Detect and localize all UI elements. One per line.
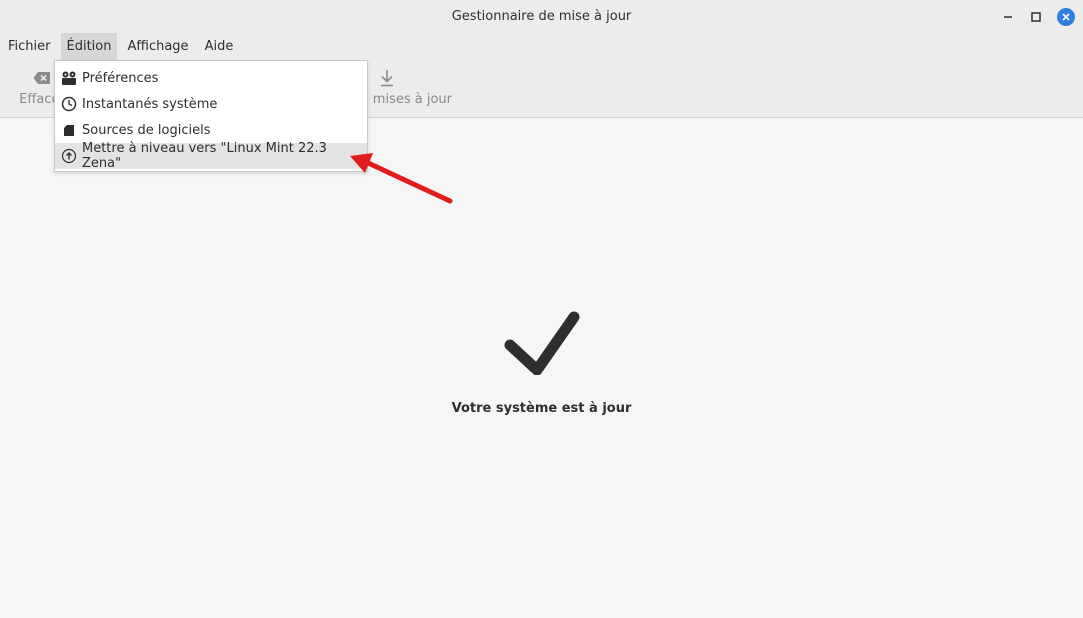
maximize-icon[interactable] [1025, 6, 1047, 28]
edit-menu-dropdown: Préférences Instantanés système Sources … [54, 60, 368, 172]
menu-item-software-sources[interactable]: Sources de logiciels [55, 117, 367, 143]
preferences-icon [61, 70, 77, 86]
window-title: Gestionnaire de mise à jour [451, 9, 632, 24]
menu-affichage[interactable]: Affichage [121, 33, 194, 60]
menu-edition[interactable]: Édition [60, 33, 118, 60]
clock-icon [61, 96, 77, 112]
menu-item-upgrade[interactable]: Mettre à niveau vers "Linux Mint 22.3 Ze… [55, 141, 367, 171]
minimize-icon[interactable] [997, 6, 1019, 28]
menu-item-label: Sources de logiciels [82, 122, 211, 138]
menu-item-snapshots[interactable]: Instantanés système [55, 91, 367, 117]
checkmark-icon [500, 311, 582, 376]
menu-aide[interactable]: Aide [199, 33, 240, 60]
menu-bar: Fichier Édition Affichage Aide [0, 33, 1083, 60]
main-content: Votre système est à jour [0, 118, 1083, 618]
menu-fichier[interactable]: Fichier [2, 33, 57, 60]
install-updates-label: es mises à jour [353, 92, 452, 107]
title-bar: Gestionnaire de mise à jour [0, 0, 1083, 33]
red-arrow-icon [346, 150, 458, 208]
upgrade-icon [61, 148, 77, 164]
menu-item-label: Instantanés système [82, 96, 218, 112]
status-message: Votre système est à jour [451, 401, 632, 416]
menu-item-preferences[interactable]: Préférences [55, 65, 367, 91]
package-icon [61, 122, 77, 138]
window-controls [991, 6, 1075, 28]
clear-icon [33, 60, 51, 90]
close-icon[interactable] [1057, 8, 1075, 26]
menu-item-label: Préférences [82, 70, 159, 86]
menu-item-label: Mettre à niveau vers "Linux Mint 22.3 Ze… [82, 141, 327, 171]
